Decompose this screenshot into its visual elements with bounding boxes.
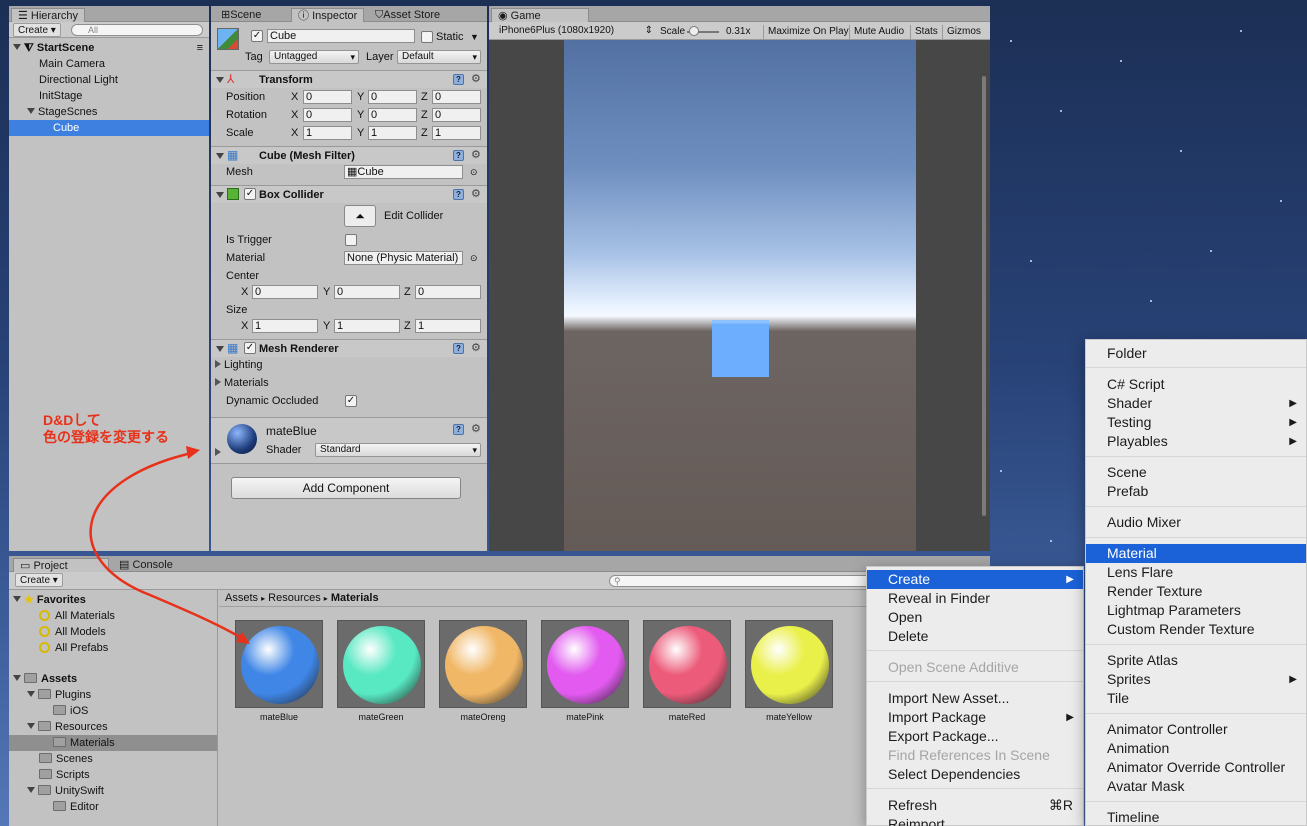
menu-item-timeline[interactable]: Timeline <box>1086 808 1306 826</box>
menu-item-animator-controller[interactable]: Animator Controller <box>1086 720 1306 739</box>
menu-item-animation[interactable]: Animation <box>1086 739 1306 758</box>
menu-item-reveal-in-finder[interactable]: Reveal in Finder <box>867 589 1083 608</box>
context-menu: Create ▶ Reveal in Finder Open Delete Ope… <box>866 566 1084 826</box>
menu-item-import-package[interactable]: Import Package ▶ <box>867 708 1083 727</box>
menu-item-animator-override-controller[interactable]: Animator Override Controller <box>1086 758 1306 777</box>
menu-item-shader[interactable]: Shader ▶ <box>1086 394 1306 413</box>
menu-item-custom-render-texture[interactable]: Custom Render Texture <box>1086 620 1306 639</box>
menu-item-select-dependencies[interactable]: Select Dependencies <box>867 765 1083 784</box>
menu-item-reimport[interactable]: Reimport <box>867 815 1083 826</box>
menu-item-tile[interactable]: Tile <box>1086 689 1306 708</box>
refresh-shortcut: ⌘R <box>1048 797 1073 813</box>
menu-item-lightmap-parameters[interactable]: Lightmap Parameters <box>1086 601 1306 620</box>
submenu-arrow-icon: ▶ <box>1289 674 1297 685</box>
submenu-arrow-icon: ▶ <box>1289 417 1297 428</box>
submenu-arrow-icon: ▶ <box>1066 712 1074 723</box>
menu-item-export-package[interactable]: Export Package... <box>867 727 1083 746</box>
submenu-arrow-icon: ▶ <box>1289 398 1297 409</box>
menu-item-avatar-mask[interactable]: Avatar Mask <box>1086 777 1306 796</box>
menu-item-testing[interactable]: Testing ▶ <box>1086 413 1306 432</box>
menu-item-prefab[interactable]: Prefab <box>1086 482 1306 501</box>
menu-item-find-references: Find References In Scene <box>888 747 1050 763</box>
menu-item-lens-flare[interactable]: Lens Flare <box>1086 563 1306 582</box>
menu-item-sprite-atlas[interactable]: Sprite Atlas <box>1086 651 1306 670</box>
submenu-arrow-icon: ▶ <box>1066 574 1074 585</box>
menu-item-audio-mixer[interactable]: Audio Mixer <box>1086 513 1306 532</box>
menu-item-csharp-script[interactable]: C# Script <box>1086 375 1306 394</box>
menu-item-folder[interactable]: Folder <box>1086 344 1306 363</box>
menu-item-material[interactable]: Material <box>1086 544 1306 563</box>
menu-item-render-texture[interactable]: Render Texture <box>1086 582 1306 601</box>
menu-item-refresh[interactable]: Refresh ⌘R <box>867 796 1083 815</box>
menu-item-import-new-asset[interactable]: Import New Asset... <box>867 689 1083 708</box>
menu-item-delete[interactable]: Delete <box>867 627 1083 646</box>
menu-item-open-scene-additive: Open Scene Additive <box>888 659 1019 675</box>
menu-item-scene[interactable]: Scene <box>1086 463 1306 482</box>
menu-item-playables[interactable]: Playables ▶ <box>1086 432 1306 451</box>
menu-item-create[interactable]: Create ▶ <box>867 570 1083 589</box>
menu-item-sprites[interactable]: Sprites ▶ <box>1086 670 1306 689</box>
menu-item-open[interactable]: Open <box>867 608 1083 627</box>
submenu-arrow-icon: ▶ <box>1289 436 1297 447</box>
create-submenu: Folder C# Script Shader ▶ Testing ▶ Playab… <box>1085 339 1307 826</box>
